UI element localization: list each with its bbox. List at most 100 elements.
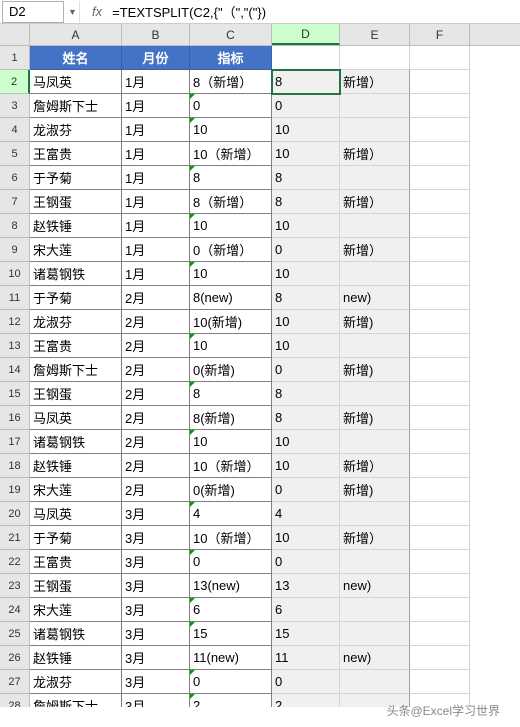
row-header[interactable]: 19	[0, 478, 30, 502]
cell[interactable]: 10	[190, 262, 272, 286]
cell[interactable]: 0	[272, 238, 340, 262]
cell[interactable]	[410, 670, 470, 694]
cell[interactable]: 10(新增)	[190, 310, 272, 334]
cell[interactable]: 龙淑芬	[30, 118, 122, 142]
cell[interactable]: 马凤英	[30, 406, 122, 430]
cell[interactable]: 4	[272, 502, 340, 526]
cell[interactable]	[410, 550, 470, 574]
cell[interactable]: 0	[272, 358, 340, 382]
cell[interactable]: 8（新增）	[190, 190, 272, 214]
cell[interactable]: 2月	[122, 310, 190, 334]
select-all-corner[interactable]	[0, 24, 30, 45]
cell[interactable]	[410, 622, 470, 646]
cell[interactable]: 宋大莲	[30, 478, 122, 502]
row-header[interactable]: 28	[0, 694, 30, 707]
cell[interactable]: 15	[272, 622, 340, 646]
cell[interactable]: 1月	[122, 214, 190, 238]
cell[interactable]: 3月	[122, 526, 190, 550]
cell[interactable]: 于予菊	[30, 526, 122, 550]
cell[interactable]: 詹姆斯下士	[30, 694, 122, 707]
cell[interactable]: 15	[190, 622, 272, 646]
cell[interactable]: 赵铁锤	[30, 646, 122, 670]
cell[interactable]: 3月	[122, 694, 190, 707]
cell[interactable]	[410, 502, 470, 526]
cell[interactable]: 0	[190, 94, 272, 118]
cell[interactable]: 0	[190, 670, 272, 694]
cell[interactable]	[410, 310, 470, 334]
cell[interactable]: 10（新增）	[190, 526, 272, 550]
row-header[interactable]: 3	[0, 94, 30, 118]
cell[interactable]: 新增）	[340, 238, 410, 262]
cell[interactable]: 3月	[122, 622, 190, 646]
cell[interactable]	[410, 166, 470, 190]
row-header[interactable]: 12	[0, 310, 30, 334]
row-header[interactable]: 16	[0, 406, 30, 430]
cell[interactable]: 2月	[122, 478, 190, 502]
cell[interactable]: 8	[272, 190, 340, 214]
cell[interactable]	[410, 118, 470, 142]
cell[interactable]	[340, 334, 410, 358]
row-header[interactable]: 21	[0, 526, 30, 550]
cell[interactable]: 王富贵	[30, 334, 122, 358]
cell[interactable]: 10（新增）	[190, 454, 272, 478]
row-header[interactable]: 20	[0, 502, 30, 526]
cell[interactable]	[410, 46, 470, 70]
cell[interactable]: 宋大莲	[30, 238, 122, 262]
cell[interactable]: 8（新增）	[190, 70, 272, 94]
cell[interactable]: 3月	[122, 502, 190, 526]
name-box-dropdown[interactable]: ▼	[66, 1, 80, 23]
row-header[interactable]: 17	[0, 430, 30, 454]
cell[interactable]	[340, 214, 410, 238]
formula-input[interactable]: =TEXTSPLIT(C2,{"（","("})	[110, 2, 520, 21]
cell[interactable]: 6	[190, 598, 272, 622]
cell[interactable]: 新增)	[340, 358, 410, 382]
cell[interactable]: 新增)	[340, 406, 410, 430]
cell[interactable]	[340, 166, 410, 190]
cell[interactable]: 10	[190, 118, 272, 142]
cell[interactable]: 10	[272, 430, 340, 454]
cell[interactable]	[410, 526, 470, 550]
cell[interactable]: 10	[190, 430, 272, 454]
cell[interactable]	[410, 574, 470, 598]
cell[interactable]: 1月	[122, 94, 190, 118]
cell[interactable]: 10	[272, 118, 340, 142]
row-header[interactable]: 8	[0, 214, 30, 238]
cell[interactable]: 8	[272, 382, 340, 406]
cell[interactable]: 8	[190, 382, 272, 406]
cell[interactable]	[340, 622, 410, 646]
cell[interactable]: 10	[272, 142, 340, 166]
cell[interactable]: 8	[272, 70, 340, 94]
cell[interactable]: 2月	[122, 430, 190, 454]
cell[interactable]	[410, 238, 470, 262]
cell[interactable]: 11	[272, 646, 340, 670]
row-header[interactable]: 10	[0, 262, 30, 286]
col-header-F[interactable]: F	[410, 24, 470, 45]
cell[interactable]: 龙淑芬	[30, 670, 122, 694]
cell[interactable]	[410, 286, 470, 310]
cell[interactable]: 10	[190, 214, 272, 238]
col-header-E[interactable]: E	[340, 24, 410, 45]
cell[interactable]: 2月	[122, 286, 190, 310]
cell[interactable]: 8	[272, 286, 340, 310]
cell[interactable]: 王富贵	[30, 550, 122, 574]
row-header[interactable]: 22	[0, 550, 30, 574]
cell[interactable]: 0	[190, 550, 272, 574]
cell[interactable]	[340, 430, 410, 454]
cell[interactable]: 8	[272, 406, 340, 430]
row-header[interactable]: 24	[0, 598, 30, 622]
cell[interactable]: 王钢蛋	[30, 190, 122, 214]
row-header[interactable]: 14	[0, 358, 30, 382]
cell[interactable]: 宋大莲	[30, 598, 122, 622]
cell[interactable]	[410, 406, 470, 430]
row-header[interactable]: 7	[0, 190, 30, 214]
cell[interactable]: 赵铁锤	[30, 454, 122, 478]
cell[interactable]: 诸葛钢铁	[30, 430, 122, 454]
cell[interactable]: 10	[190, 334, 272, 358]
cell[interactable]: 0(新增)	[190, 478, 272, 502]
row-header[interactable]: 11	[0, 286, 30, 310]
cell[interactable]: 6	[272, 598, 340, 622]
cell[interactable]: 0(新增)	[190, 358, 272, 382]
cell[interactable]: 10	[272, 526, 340, 550]
row-header[interactable]: 26	[0, 646, 30, 670]
cell[interactable]	[340, 550, 410, 574]
